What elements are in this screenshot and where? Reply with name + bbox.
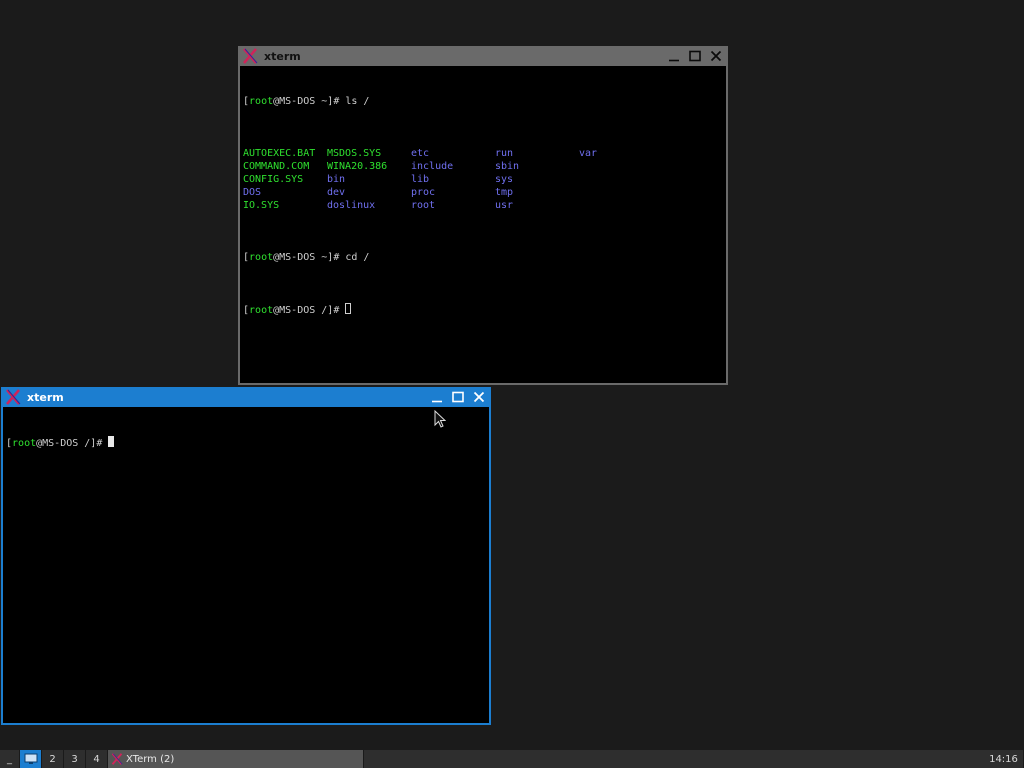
taskbar-task-xterm[interactable]: XTerm (2) xyxy=(108,750,364,768)
prompt-user: root xyxy=(12,438,37,449)
prompt-line: [root@MS-DOS ~]# ls / xyxy=(243,95,726,108)
text-cursor xyxy=(108,436,115,447)
ls-entry: sys xyxy=(495,174,514,185)
maximize-icon xyxy=(452,391,464,403)
text-cursor xyxy=(345,303,352,314)
close-button[interactable] xyxy=(707,47,725,65)
ls-entry: AUTOEXEC.BAT xyxy=(243,148,316,159)
task-label: XTerm (2) xyxy=(126,753,175,765)
prompt-host: @MS-DOS ~]# xyxy=(273,96,346,107)
close-icon xyxy=(473,391,485,403)
ls-entry-empty xyxy=(579,199,663,212)
close-icon xyxy=(710,50,722,62)
ls-entry: bin xyxy=(327,174,346,185)
ls-entry: WINA20.386 xyxy=(327,161,388,172)
ls-entry: dev xyxy=(327,187,346,198)
minimize-button[interactable] xyxy=(428,388,446,406)
taskbar: _ 2 3 4 XTerm (2) 14:16 xyxy=(0,750,1024,768)
ls-entry: root xyxy=(411,200,436,211)
show-desktop-icon xyxy=(24,753,37,764)
ls-entry: doslinux xyxy=(327,200,376,211)
ls-entry: tmp xyxy=(495,187,514,198)
window-titlebar[interactable]: xterm xyxy=(1,387,491,407)
prompt-command: cd / xyxy=(345,252,370,263)
ls-entry: lib xyxy=(411,174,430,185)
prompt-host: @MS-DOS ~]# xyxy=(273,252,346,263)
minimize-icon xyxy=(432,400,442,403)
ls-output: AUTOEXEC.BAT MSDOS.SYS etc run var COMMA… xyxy=(243,147,726,212)
maximize-button[interactable] xyxy=(449,388,467,406)
mouse-pointer-icon xyxy=(434,410,446,428)
ls-entry: usr xyxy=(495,200,514,211)
prompt-line: [root@MS-DOS ~]# cd / xyxy=(243,251,726,264)
ls-entry: etc xyxy=(411,148,430,159)
ls-entry: run xyxy=(495,148,514,159)
ls-entry: IO.SYS xyxy=(243,200,280,211)
ls-entry: include xyxy=(411,161,454,172)
minimize-button[interactable] xyxy=(665,47,683,65)
prompt-host: @MS-DOS /]# xyxy=(36,438,109,449)
ls-entry-empty xyxy=(579,160,663,173)
prompt-host: @MS-DOS /]# xyxy=(273,305,346,316)
ls-entry: sbin xyxy=(495,161,520,172)
maximize-button[interactable] xyxy=(686,47,704,65)
ls-entry: COMMAND.COM xyxy=(243,161,310,172)
desktop: xterm [root@MS-DOS ~]# ls / AUTOEXEC.BAT… xyxy=(0,0,1024,750)
maximize-icon xyxy=(689,50,701,62)
prompt-user: root xyxy=(249,96,274,107)
prompt-line: [root@MS-DOS /]# xyxy=(6,436,489,449)
xterm-x-icon xyxy=(111,753,123,765)
ls-entry: var xyxy=(579,148,598,159)
workspace-4-button[interactable]: 4 xyxy=(86,750,108,768)
xterm-x-icon xyxy=(5,389,21,405)
workspace-2-button[interactable]: 2 xyxy=(42,750,64,768)
ls-entry: DOS xyxy=(243,187,262,198)
window-titlebar[interactable]: xterm xyxy=(238,46,728,66)
ls-entry: CONFIG.SYS xyxy=(243,174,304,185)
close-button[interactable] xyxy=(470,388,488,406)
xterm-window-top[interactable]: xterm [root@MS-DOS ~]# ls / AUTOEXEC.BAT… xyxy=(238,46,728,385)
xterm-x-icon xyxy=(242,48,258,64)
workspace-3-button[interactable]: 3 xyxy=(64,750,86,768)
workspace-1-button[interactable] xyxy=(20,750,42,768)
prompt-user: root xyxy=(249,252,274,263)
terminal-area[interactable]: [root@MS-DOS ~]# ls / AUTOEXEC.BAT MSDOS… xyxy=(243,69,726,383)
ls-entry-empty xyxy=(579,173,663,186)
window-title: xterm xyxy=(27,390,64,404)
minimize-icon xyxy=(669,59,679,62)
ls-entry: MSDOS.SYS xyxy=(327,148,382,159)
xterm-window-bottom[interactable]: xterm [root@MS-DOS /]# xyxy=(1,387,491,725)
window-title: xterm xyxy=(264,49,301,63)
terminal-area[interactable]: [root@MS-DOS /]# xyxy=(6,410,489,723)
clock[interactable]: 14:16 xyxy=(984,750,1024,768)
prompt-command: ls / xyxy=(345,96,370,107)
ls-entry-empty xyxy=(579,186,663,199)
prompt-user: root xyxy=(249,305,274,316)
prompt-line: [root@MS-DOS /]# xyxy=(243,303,726,316)
taskbar-menu-button[interactable]: _ xyxy=(0,750,20,768)
ls-entry: proc xyxy=(411,187,436,198)
